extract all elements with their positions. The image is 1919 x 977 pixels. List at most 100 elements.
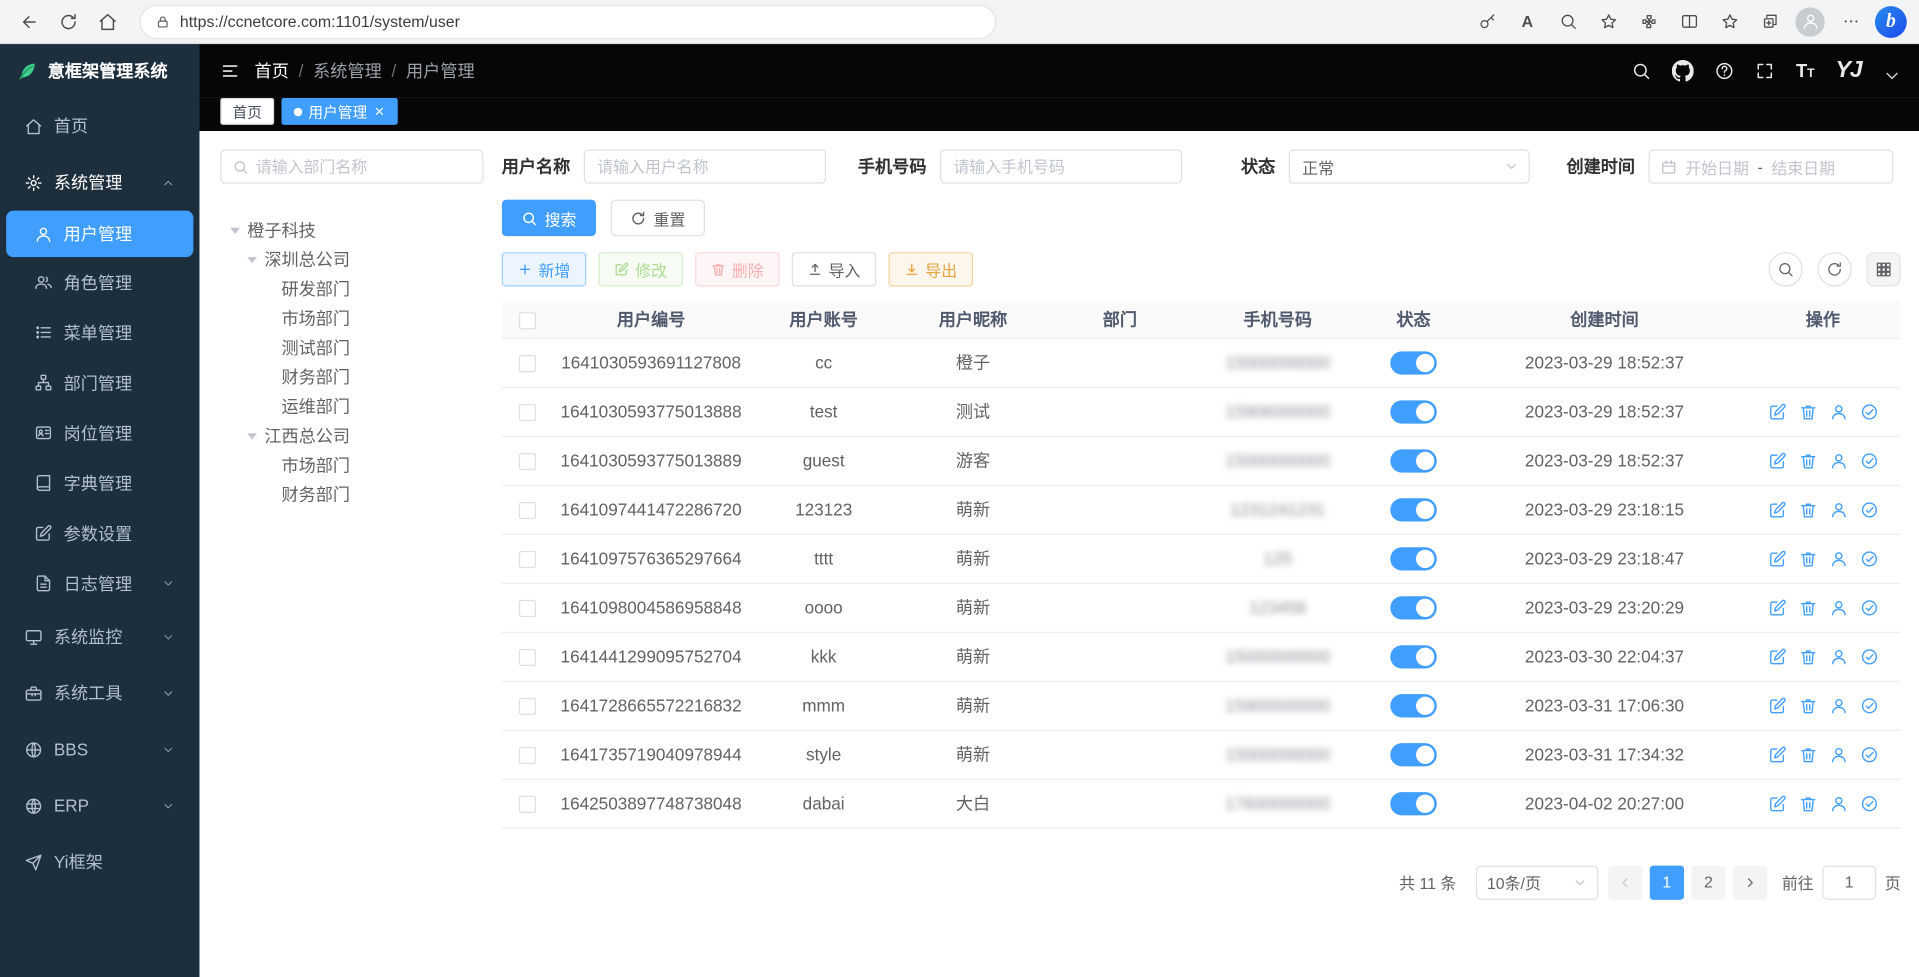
tree-node[interactable]: 市场部门 xyxy=(220,451,483,480)
row-checkbox[interactable] xyxy=(519,551,536,568)
column-settings-button[interactable] xyxy=(1866,252,1900,286)
password-manager-button[interactable] xyxy=(1471,6,1503,38)
sidebar-item-param-settings[interactable]: 参数设置 xyxy=(0,508,199,558)
sidebar-item-menu-management[interactable]: 菜单管理 xyxy=(0,307,199,357)
close-icon[interactable] xyxy=(373,105,385,117)
expand-caret-icon[interactable] xyxy=(247,433,257,439)
expand-caret-icon[interactable] xyxy=(230,227,240,233)
page-button-2[interactable]: 2 xyxy=(1691,865,1725,899)
breadcrumb-home[interactable]: 首页 xyxy=(255,59,289,83)
assign-role-icon[interactable] xyxy=(1860,696,1878,714)
browser-profile-button[interactable] xyxy=(1794,6,1826,38)
search-button[interactable]: 搜索 xyxy=(502,200,596,237)
delete-user-icon[interactable] xyxy=(1798,500,1816,518)
delete-user-icon[interactable] xyxy=(1798,647,1816,665)
tree-node[interactable]: 测试部门 xyxy=(220,333,483,362)
reset-password-icon[interactable] xyxy=(1829,598,1847,616)
browser-back-button[interactable] xyxy=(12,4,46,38)
sidebar-item-system-tools[interactable]: 系统工具 xyxy=(0,665,199,721)
row-checkbox[interactable] xyxy=(519,355,536,372)
tree-node[interactable]: 橙子科技 xyxy=(220,215,483,244)
page-size-select[interactable]: 10条/页 xyxy=(1476,865,1598,899)
add-favorite-button[interactable] xyxy=(1592,6,1624,38)
header-search-icon[interactable] xyxy=(1632,61,1652,81)
tree-node[interactable]: 财务部门 xyxy=(220,362,483,391)
delete-user-icon[interactable] xyxy=(1798,451,1816,469)
sidebar-item-erp[interactable]: ERP xyxy=(0,777,199,833)
status-toggle[interactable] xyxy=(1390,400,1437,423)
breadcrumb-system[interactable]: 系统管理 xyxy=(313,59,382,83)
status-toggle[interactable] xyxy=(1390,449,1437,472)
assign-role-icon[interactable] xyxy=(1860,647,1878,665)
sidebar-item-log-management[interactable]: 日志管理 xyxy=(0,558,199,608)
assign-role-icon[interactable] xyxy=(1860,549,1878,567)
zoom-button[interactable] xyxy=(1552,6,1584,38)
sidebar-item-post-management[interactable]: 岗位管理 xyxy=(0,408,199,458)
tag-user-management[interactable]: 用户管理 xyxy=(282,98,398,125)
table-search-toggle-button[interactable] xyxy=(1768,252,1802,286)
row-checkbox[interactable] xyxy=(519,649,536,666)
assign-role-icon[interactable] xyxy=(1860,402,1878,420)
edit-user-icon[interactable] xyxy=(1768,402,1786,420)
tree-node[interactable]: 研发部门 xyxy=(220,274,483,303)
prev-page-button[interactable] xyxy=(1608,865,1642,899)
delete-user-icon[interactable] xyxy=(1798,402,1816,420)
tree-node[interactable]: 市场部门 xyxy=(220,304,483,333)
add-button[interactable]: 新增 xyxy=(502,252,586,286)
edit-user-icon[interactable] xyxy=(1768,598,1786,616)
delete-user-icon[interactable] xyxy=(1798,745,1816,763)
tree-node[interactable]: 财务部门 xyxy=(220,480,483,509)
goto-page-input[interactable] xyxy=(1822,865,1876,899)
row-checkbox[interactable] xyxy=(519,453,536,470)
sidebar-item-yi-framework[interactable]: Yi框架 xyxy=(0,834,199,890)
tree-node[interactable]: 江西总公司 xyxy=(220,421,483,450)
status-toggle[interactable] xyxy=(1390,694,1437,717)
reset-password-icon[interactable] xyxy=(1829,549,1847,567)
reset-password-icon[interactable] xyxy=(1829,647,1847,665)
date-range-picker[interactable]: 开始日期 - 结束日期 xyxy=(1649,149,1894,183)
status-toggle[interactable] xyxy=(1390,547,1437,570)
tag-home[interactable]: 首页 xyxy=(220,98,274,125)
address-bar[interactable]: https://ccnetcore.com:1101/system/user xyxy=(140,4,997,38)
row-checkbox[interactable] xyxy=(519,698,536,715)
help-icon[interactable] xyxy=(1715,61,1735,81)
status-toggle[interactable] xyxy=(1390,498,1437,521)
tree-node[interactable]: 深圳总公司 xyxy=(220,245,483,274)
status-toggle[interactable] xyxy=(1390,743,1437,766)
dept-search-input[interactable] xyxy=(256,157,471,175)
sidebar-item-dept-management[interactable]: 部门管理 xyxy=(0,357,199,407)
edit-user-icon[interactable] xyxy=(1768,794,1786,812)
username-input[interactable] xyxy=(584,149,826,183)
status-toggle[interactable] xyxy=(1390,792,1437,815)
browser-refresh-button[interactable] xyxy=(51,4,85,38)
edit-user-icon[interactable] xyxy=(1768,549,1786,567)
status-toggle[interactable] xyxy=(1390,596,1437,619)
edit-button[interactable]: 修改 xyxy=(598,252,682,286)
page-button-1[interactable]: 1 xyxy=(1650,865,1684,899)
reset-password-icon[interactable] xyxy=(1829,696,1847,714)
sidebar-item-role-management[interactable]: 角色管理 xyxy=(0,257,199,307)
row-checkbox[interactable] xyxy=(519,404,536,421)
reset-password-icon[interactable] xyxy=(1829,402,1847,420)
chevron-down-icon[interactable] xyxy=(1882,66,1902,86)
row-checkbox[interactable] xyxy=(519,502,536,519)
fullscreen-icon[interactable] xyxy=(1756,61,1776,81)
edit-user-icon[interactable] xyxy=(1768,696,1786,714)
status-select[interactable]: 正常 xyxy=(1289,149,1530,183)
row-checkbox[interactable] xyxy=(519,747,536,764)
assign-role-icon[interactable] xyxy=(1860,745,1878,763)
export-button[interactable]: 导出 xyxy=(889,252,973,286)
read-aloud-button[interactable]: A xyxy=(1511,6,1543,38)
status-toggle[interactable] xyxy=(1390,351,1437,374)
sidebar-item-bbs[interactable]: BBS xyxy=(0,721,199,777)
sidebar-item-user-management[interactable]: 用户管理 xyxy=(6,211,193,258)
select-all-checkbox[interactable] xyxy=(519,312,536,329)
delete-button[interactable]: 删除 xyxy=(695,252,779,286)
sidebar-item-dict-management[interactable]: 字典管理 xyxy=(0,458,199,508)
table-refresh-button[interactable] xyxy=(1817,252,1851,286)
copilot-button[interactable]: b xyxy=(1875,6,1907,38)
next-page-button[interactable] xyxy=(1733,865,1767,899)
sidebar-item-system-monitor[interactable]: 系统监控 xyxy=(0,608,199,664)
assign-role-icon[interactable] xyxy=(1860,598,1878,616)
reset-password-icon[interactable] xyxy=(1829,500,1847,518)
